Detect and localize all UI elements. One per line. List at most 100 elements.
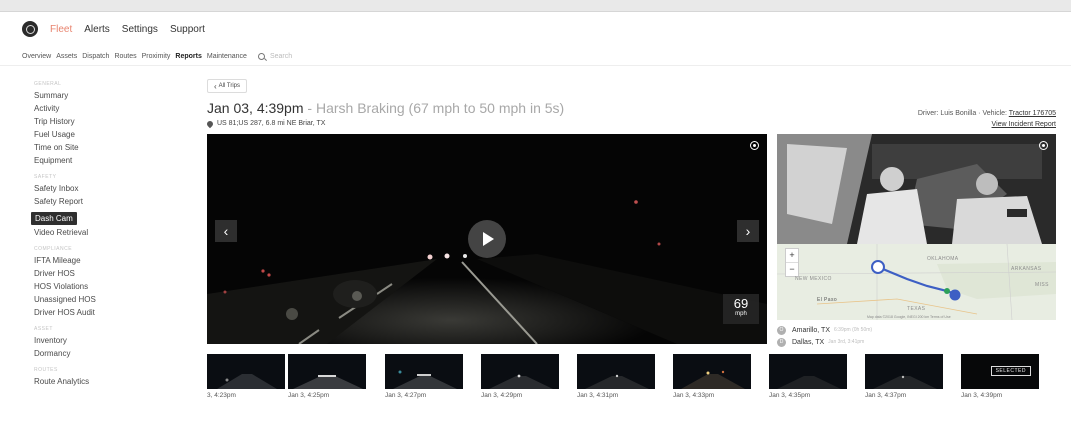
route-map[interactable]: + − OKLAHOMA ARKANSAS NEW MEXICO El Paso… bbox=[777, 244, 1056, 320]
driver-prefix: Driver: bbox=[917, 110, 941, 117]
clip-thumbnail[interactable] bbox=[865, 354, 943, 389]
clip-thumbnail[interactable] bbox=[769, 354, 847, 389]
clip-thumbnail[interactable] bbox=[481, 354, 559, 389]
clip-thumbnail[interactable] bbox=[673, 354, 751, 389]
clip-time: Jan 3, 4:39pm bbox=[961, 392, 1003, 399]
cabin-camera-view[interactable] bbox=[777, 134, 1056, 244]
driver-name: Luis Bonilla bbox=[940, 110, 977, 117]
sidebar-item-summary[interactable]: Summary bbox=[34, 89, 154, 102]
subnav-reports[interactable]: Reports bbox=[175, 53, 201, 60]
speed-unit: mph bbox=[735, 311, 747, 317]
sidebar-item-hos-violations[interactable]: HOS Violations bbox=[34, 280, 154, 293]
map-attribution: Map data ©2018 Google, INEGI 200 km Term… bbox=[867, 315, 951, 319]
clip-time: Jan 3, 4:37pm bbox=[865, 392, 907, 399]
title-separator: - bbox=[303, 100, 316, 116]
play-button[interactable] bbox=[468, 220, 506, 258]
page-title: Jan 03, 4:39pm - Harsh Braking (67 mph t… bbox=[207, 100, 564, 116]
sidebar-item-safety-inbox[interactable]: Safety Inbox bbox=[34, 182, 154, 195]
sidebar-heading-routes: ROUTES bbox=[34, 367, 58, 373]
search-icon bbox=[257, 53, 265, 60]
sub-nav: Overview Assets Dispatch Routes Proximit… bbox=[0, 48, 1071, 66]
vehicle-prefix: · Vehicle: bbox=[976, 110, 1009, 117]
top-nav-alerts[interactable]: Alerts bbox=[84, 24, 110, 35]
sidebar-item-safety-report[interactable]: Safety Report bbox=[34, 195, 154, 208]
map-label-new-mexico: NEW MEXICO bbox=[795, 276, 832, 282]
destination-time: Jan 3rd, 3:41pm bbox=[828, 339, 865, 345]
clip-time: Jan 3, 4:27pm bbox=[385, 392, 427, 399]
sidebar-heading-safety: SAFETY bbox=[34, 174, 57, 180]
destination-city: Dallas, TX bbox=[792, 338, 825, 346]
dashcam-video-player[interactable]: ‹ › 69 mph bbox=[207, 134, 767, 344]
event-location: US 81;US 287, 6.8 mi NE Briar, TX bbox=[205, 119, 325, 128]
origin-time: 6:39pm (0h 50m) bbox=[834, 327, 873, 333]
sidebar: GENERAL Summary Activity Trip History Fu… bbox=[31, 80, 154, 388]
sidebar-item-inventory[interactable]: Inventory bbox=[34, 334, 154, 347]
main-content: ‹ All Trips Jan 03, 4:39pm - Harsh Braki… bbox=[205, 76, 1063, 416]
speed-value: 69 bbox=[733, 296, 749, 311]
clip-thumbnail-strip: 3, 4:23pm Jan 3, 4:25pm Jan 3, 4:27pm Ja… bbox=[207, 354, 1063, 406]
visibility-icon[interactable] bbox=[750, 141, 759, 150]
sidebar-item-driver-hos-audit[interactable]: Driver HOS Audit bbox=[34, 306, 154, 319]
sidebar-item-trip-history[interactable]: Trip History bbox=[34, 115, 154, 128]
map-label-oklahoma: OKLAHOMA bbox=[927, 256, 959, 262]
sidebar-item-time-on-site[interactable]: Time on Site bbox=[34, 141, 154, 154]
prev-clip-button[interactable]: ‹ bbox=[215, 220, 237, 242]
clip-thumbnail-selected[interactable]: SELECTED bbox=[961, 354, 1039, 389]
speed-indicator: 69 mph bbox=[723, 294, 759, 324]
sidebar-item-fuel-usage[interactable]: Fuel Usage bbox=[34, 128, 154, 141]
subnav-dispatch[interactable]: Dispatch bbox=[82, 53, 109, 60]
clip-time: Jan 3, 4:33pm bbox=[673, 392, 715, 399]
view-incident-report-link[interactable]: View Incident Report bbox=[992, 121, 1056, 128]
subnav-maintenance[interactable]: Maintenance bbox=[207, 53, 247, 60]
sidebar-item-video-retrieval[interactable]: Video Retrieval bbox=[34, 226, 154, 239]
logo-icon[interactable] bbox=[22, 21, 38, 37]
top-nav: Fleet Alerts Settings Support bbox=[0, 14, 1071, 44]
sidebar-item-dormancy[interactable]: Dormancy bbox=[34, 347, 154, 360]
subnav-proximity[interactable]: Proximity bbox=[142, 53, 171, 60]
sidebar-item-route-analytics[interactable]: Route Analytics bbox=[34, 375, 154, 388]
route-origin: O Amarillo, TX 6:39pm (0h 50m) bbox=[777, 324, 872, 336]
sidebar-item-dash-cam[interactable]: Dash Cam bbox=[31, 212, 77, 225]
sidebar-heading-general: GENERAL bbox=[34, 81, 62, 87]
subnav-overview[interactable]: Overview bbox=[22, 53, 51, 60]
clip-thumbnail[interactable] bbox=[207, 354, 285, 389]
all-trips-label: All Trips bbox=[218, 83, 241, 89]
chevron-left-icon: ‹ bbox=[214, 81, 217, 91]
map-label-el-paso: El Paso bbox=[817, 297, 838, 303]
subnav-assets[interactable]: Assets bbox=[56, 53, 77, 60]
driver-vehicle-info: Driver: Luis Bonilla · Vehicle: Tractor … bbox=[918, 110, 1056, 117]
clip-thumbnail[interactable] bbox=[385, 354, 463, 389]
search-box[interactable]: Search bbox=[257, 53, 292, 60]
top-nav-settings[interactable]: Settings bbox=[122, 24, 158, 35]
trip-datetime: Jan 03, 4:39pm bbox=[207, 100, 304, 116]
origin-city: Amarillo, TX bbox=[792, 326, 830, 334]
vehicle-link[interactable]: Tractor 176705 bbox=[1009, 110, 1056, 117]
sidebar-item-driver-hos[interactable]: Driver HOS bbox=[34, 267, 154, 280]
sidebar-heading-asset: ASSET bbox=[34, 326, 53, 332]
clip-time: Jan 3, 4:31pm bbox=[577, 392, 619, 399]
clip-time: Jan 3, 4:25pm bbox=[288, 392, 330, 399]
next-clip-button[interactable]: › bbox=[737, 220, 759, 242]
sidebar-item-activity[interactable]: Activity bbox=[34, 102, 154, 115]
search-input[interactable]: Search bbox=[270, 53, 292, 60]
all-trips-button[interactable]: ‹ All Trips bbox=[207, 79, 248, 93]
clip-thumbnail[interactable] bbox=[288, 354, 366, 389]
sidebar-item-unassigned-hos[interactable]: Unassigned HOS bbox=[34, 293, 154, 306]
map-zoom-control: + − bbox=[785, 248, 799, 277]
sidebar-heading-compliance: COMPLIANCE bbox=[34, 246, 73, 252]
map-label-miss: MISS bbox=[1035, 282, 1049, 288]
clip-time: Jan 3, 4:35pm bbox=[769, 392, 811, 399]
top-nav-support[interactable]: Support bbox=[170, 24, 205, 35]
event-description: Harsh Braking (67 mph to 50 mph in 5s) bbox=[315, 100, 565, 116]
sidebar-item-equipment[interactable]: Equipment bbox=[34, 154, 154, 167]
subnav-routes[interactable]: Routes bbox=[114, 53, 136, 60]
clip-thumbnail[interactable] bbox=[577, 354, 655, 389]
zoom-in-button[interactable]: + bbox=[786, 249, 798, 262]
sidebar-item-ifta-mileage[interactable]: IFTA Mileage bbox=[34, 254, 154, 267]
route-endpoints: O Amarillo, TX 6:39pm (0h 50m) D Dallas,… bbox=[777, 324, 872, 348]
cabin-scene bbox=[777, 134, 1056, 244]
location-pin-icon bbox=[205, 119, 215, 128]
top-nav-fleet[interactable]: Fleet bbox=[50, 24, 72, 35]
cabin-visibility-icon[interactable] bbox=[1039, 141, 1048, 150]
zoom-out-button[interactable]: − bbox=[786, 262, 798, 276]
